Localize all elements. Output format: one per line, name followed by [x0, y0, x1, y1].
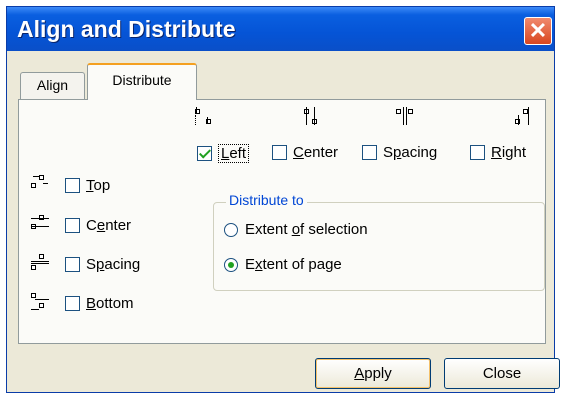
- distribute-right-option[interactable]: Right: [470, 144, 526, 161]
- distribute-center-v-option[interactable]: Center: [65, 217, 131, 234]
- right-label: Right: [491, 144, 527, 161]
- extent-of-selection-radio[interactable]: [224, 222, 238, 237]
- bottom-checkbox[interactable]: [65, 296, 80, 311]
- extent-of-selection-option[interactable]: Extent of selection: [224, 221, 368, 238]
- spacing-h-label: Spacing: [383, 144, 438, 161]
- top-checkbox[interactable]: [65, 178, 80, 193]
- distribute-left-icon: [195, 107, 213, 125]
- spacing-v-checkbox[interactable]: [65, 257, 80, 272]
- distribute-to-group: [213, 202, 545, 291]
- top-label: Top: [86, 177, 111, 194]
- distribute-top-icon: [31, 175, 49, 193]
- extent-of-page-radio[interactable]: [224, 257, 238, 272]
- distribute-spacing-h-icon: [396, 107, 414, 125]
- distribute-spacing-v-option[interactable]: Spacing: [65, 256, 140, 273]
- close-label: Close: [482, 365, 522, 382]
- tab-align-label: Align: [36, 77, 69, 93]
- extent-of-page-label: Extent of page: [245, 256, 342, 273]
- distribute-right-icon: [515, 107, 533, 125]
- right-checkbox[interactable]: [470, 145, 485, 160]
- extent-of-selection-label: Extent of selection: [245, 221, 368, 238]
- center-h-label: Center: [293, 144, 339, 161]
- distribute-spacing-v-icon: [31, 254, 49, 272]
- distribute-top-option[interactable]: Top: [65, 177, 110, 194]
- distribute-left-option[interactable]: Left: [197, 144, 250, 163]
- tab-distribute[interactable]: Distribute: [87, 63, 197, 100]
- title-bar[interactable]: Align and Distribute ✕: [7, 7, 554, 51]
- center-v-label: Center: [86, 217, 132, 234]
- spacing-v-label: Spacing: [86, 256, 141, 273]
- close-window-button[interactable]: ✕: [524, 17, 552, 45]
- close-icon: ✕: [528, 18, 548, 43]
- window-title: Align and Distribute: [17, 16, 236, 42]
- distribute-center-h-option[interactable]: Center: [272, 144, 338, 161]
- left-checkbox[interactable]: [197, 146, 212, 161]
- distribute-bottom-icon: [31, 293, 49, 311]
- apply-label: Apply: [354, 365, 392, 382]
- apply-button[interactable]: Apply: [315, 358, 431, 389]
- distribute-to-legend: Distribute to: [226, 192, 307, 208]
- close-button[interactable]: Close: [444, 358, 560, 389]
- center-v-checkbox[interactable]: [65, 218, 80, 233]
- left-label: Left: [218, 144, 250, 163]
- distribute-spacing-h-option[interactable]: Spacing: [362, 144, 437, 161]
- bottom-label: Bottom: [86, 295, 134, 312]
- distribute-bottom-option[interactable]: Bottom: [65, 295, 134, 312]
- align-distribute-dialog: Align and Distribute ✕ Align Distribute …: [6, 6, 560, 393]
- tab-align[interactable]: Align: [20, 72, 85, 99]
- distribute-center-h-icon: [302, 107, 320, 125]
- extent-of-page-option[interactable]: Extent of page: [224, 256, 342, 273]
- distribute-center-v-icon: [31, 215, 49, 233]
- spacing-h-checkbox[interactable]: [362, 145, 377, 160]
- tab-distribute-label: Distribute: [112, 72, 172, 88]
- center-h-checkbox[interactable]: [272, 145, 287, 160]
